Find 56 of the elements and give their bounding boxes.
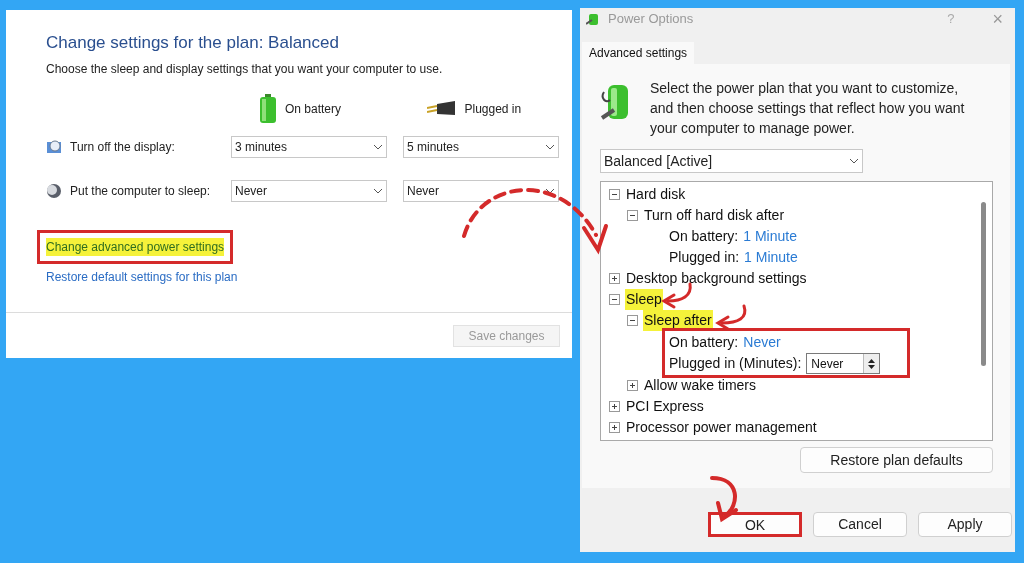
column-label: On battery	[285, 101, 341, 118]
chevron-icon	[849, 158, 859, 164]
dropdown[interactable]: 5 minutes	[403, 136, 559, 158]
collapse-icon[interactable]	[609, 189, 620, 200]
chevron-icon	[545, 188, 555, 194]
tree-item[interactable]: Allow wake timers	[643, 375, 758, 396]
tree-item[interactable]: Turn off hard disk after	[643, 205, 786, 226]
description-text: Choose the sleep and display settings that you want your computer to use.	[46, 61, 444, 78]
chevron-icon	[373, 144, 383, 150]
curved-arrow	[715, 304, 747, 331]
cancel-button[interactable]: Cancel	[813, 512, 907, 537]
curved-arrow	[710, 476, 738, 523]
tree-item[interactable]: Processor power management	[625, 417, 818, 438]
scrollbar[interactable]	[981, 202, 986, 366]
column-label: Plugged in	[464, 101, 522, 118]
description-text: Select the power plan that you want to customize, and then choose settings that reflect how you want your computer to manage power.	[650, 79, 966, 138]
moon-icon	[46, 183, 62, 199]
expand-icon[interactable]	[627, 380, 638, 391]
collapse-icon[interactable]	[609, 294, 620, 305]
spin-arrows-icon	[863, 354, 880, 373]
setting-label: On battery:	[669, 333, 739, 352]
tree-item[interactable]: PCI Express	[625, 396, 705, 417]
setting-link[interactable]: 1 Minute	[744, 247, 798, 268]
tree-item[interactable]: Sleep	[625, 289, 663, 310]
link[interactable]: Restore default settings for this plan	[46, 268, 238, 286]
setting-label: Plugged in:	[669, 248, 740, 267]
window-title: Power Options	[608, 10, 695, 29]
dropdown[interactable]: Never	[403, 180, 559, 202]
expand-icon[interactable]	[609, 273, 620, 284]
spin-box[interactable]: Never	[806, 353, 881, 374]
dropdown[interactable]: 3 minutes	[231, 136, 387, 158]
tree-item[interactable]: Hard disk	[625, 184, 687, 205]
setting-link[interactable]: 1 Minute	[743, 226, 797, 247]
setting-link[interactable]: Never	[743, 332, 781, 353]
setting-label: On battery:	[669, 227, 739, 246]
restore-button[interactable]: Restore plan defaults	[800, 447, 993, 473]
setting-label: Turn off the display:	[70, 139, 175, 156]
chevron-icon	[373, 188, 383, 194]
monitor-icon	[46, 139, 62, 155]
link[interactable]: Change advanced power settings	[46, 238, 225, 256]
setting-label: Put the computer to sleep:	[70, 183, 211, 200]
window-heading: Change settings for the plan: Balanced	[46, 32, 340, 54]
tree-item[interactable]: Desktop background settings	[625, 268, 808, 289]
chevron-icon	[545, 144, 555, 150]
dropdown[interactable]: Balanced [Active]	[600, 149, 863, 173]
ok-button[interactable]: OK	[708, 512, 802, 537]
plug-icon	[426, 101, 457, 117]
expand-icon[interactable]	[609, 422, 620, 433]
apply-button[interactable]: Apply	[918, 512, 1012, 537]
setting-label: Plugged in (Minutes):	[669, 354, 802, 373]
dropdown[interactable]: Never	[231, 180, 387, 202]
collapse-icon[interactable]	[627, 315, 638, 326]
tab[interactable]: Advanced settings	[582, 42, 695, 64]
collapse-icon[interactable]	[627, 210, 638, 221]
battery-icon	[259, 94, 277, 124]
expand-icon[interactable]	[609, 401, 620, 412]
